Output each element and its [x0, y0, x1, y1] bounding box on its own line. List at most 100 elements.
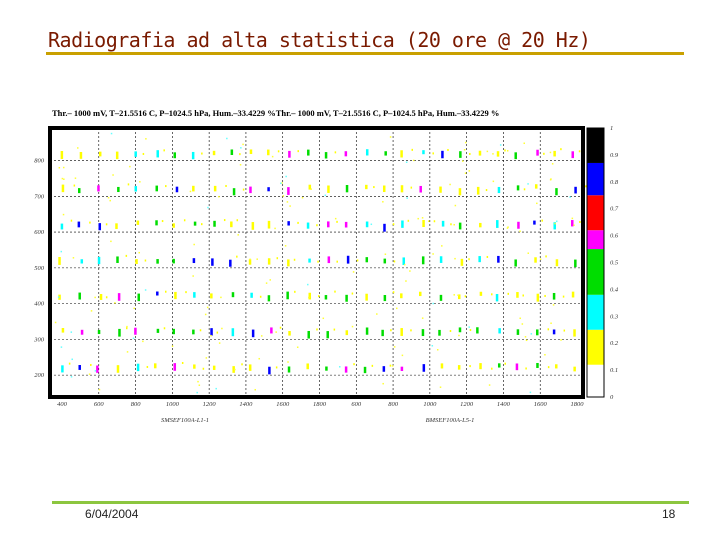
heatmap-cell [365, 184, 368, 190]
heatmap-cell [497, 186, 501, 194]
heatmap-cell [307, 330, 310, 339]
heatmap-cell [555, 188, 558, 196]
heatmap-cell [401, 354, 404, 357]
heatmap-cell [406, 197, 408, 199]
heatmap-cell [523, 142, 525, 145]
heatmap-cell [234, 368, 236, 371]
heatmap-cell [438, 329, 441, 336]
page-number: 18 [662, 507, 676, 521]
heatmap-cell [60, 150, 64, 159]
heatmap-cell [393, 346, 396, 348]
heatmap-cell [199, 329, 202, 332]
heatmap-cell [79, 151, 83, 159]
heatmap-cell [390, 329, 392, 332]
heatmap-cell [114, 302, 116, 304]
heatmap-cell [74, 177, 77, 179]
heatmap-cell [192, 185, 195, 192]
heatmap-cell [555, 364, 558, 369]
y-tick-label: 800 [34, 158, 45, 165]
heatmap-cell [392, 291, 395, 294]
heatmap-cell [210, 293, 213, 299]
heatmap-cell [317, 260, 319, 263]
heatmap-cell [457, 294, 459, 296]
heatmap-cell [499, 144, 502, 146]
heatmap-cell [469, 365, 471, 368]
heatmap-cell [441, 220, 445, 227]
heatmap-cell [573, 224, 575, 226]
heatmap-cell [175, 186, 179, 193]
heatmap-cell [165, 185, 167, 188]
heatmap-cell [201, 223, 203, 226]
heatmap-cell [156, 291, 159, 296]
heatmap-cell [80, 329, 84, 335]
heatmap-cell [307, 149, 310, 156]
heatmap-cell [210, 334, 212, 337]
heatmap-cell [519, 317, 521, 320]
heatmap-cell [308, 296, 310, 299]
heatmap-cell [267, 149, 270, 156]
heatmap-cell [496, 220, 499, 228]
heatmap-cell [541, 219, 543, 222]
heatmap-cell [571, 220, 574, 227]
heatmap-cell [411, 148, 414, 151]
heatmap-cell [58, 166, 61, 169]
colorbar-tick-label: 1 [610, 125, 613, 132]
heatmap-cell [136, 220, 140, 225]
heatmap-cell [287, 361, 289, 363]
heatmap-cell [173, 152, 177, 159]
heatmap-cell [77, 188, 81, 194]
heatmap-cell [288, 150, 291, 158]
heatmap-cell [527, 183, 529, 185]
heatmap-cell [308, 292, 312, 300]
heatmap-cell [183, 219, 186, 222]
heatmap-cell [479, 291, 483, 296]
heatmap-cell [254, 388, 256, 391]
heatmap-cell [460, 258, 464, 266]
heatmap-cell [258, 357, 260, 360]
heatmap-cell [333, 328, 336, 331]
heatmap-cell [339, 366, 341, 368]
heatmap-cell [516, 292, 519, 298]
colorbar-segment [587, 364, 604, 397]
heatmap-cell [198, 384, 201, 386]
heatmap-cell [249, 258, 251, 261]
heatmap-cell [77, 147, 79, 149]
heatmap-cell [463, 149, 466, 151]
heatmap-cell [110, 132, 113, 135]
colorbar-tick-label: 0.7 [610, 206, 619, 213]
heatmap-cell [117, 293, 121, 301]
heatmap-cell [428, 220, 430, 222]
heatmap-cell [189, 190, 192, 193]
colorbar-tick-label: 0.1 [610, 367, 618, 374]
heatmap-cell [201, 152, 203, 155]
heatmap-cell [142, 340, 144, 343]
heatmap-cell [116, 365, 120, 373]
heatmap-cell [135, 259, 138, 265]
heatmap-cell [156, 259, 159, 264]
heatmap-cell [552, 329, 556, 335]
heatmap-cell [352, 271, 355, 273]
heatmap-cell [297, 221, 299, 224]
heatmap-cell [344, 221, 348, 228]
heatmap-cell [536, 363, 539, 368]
heatmap-cell [181, 361, 184, 364]
heatmap-cell [156, 150, 159, 158]
heatmap-cell [248, 364, 252, 371]
heatmap-cell [284, 245, 287, 247]
heatmap-cell [334, 217, 337, 220]
heatmap-cell [242, 188, 245, 191]
x-tick-label: 1000 [166, 401, 180, 408]
colorbar-tick-label: 0.6 [610, 233, 619, 240]
heatmap-cell [70, 376, 73, 378]
heatmap-cell [193, 292, 196, 298]
heatmap-cell [172, 258, 175, 264]
heatmap-cell [286, 291, 289, 300]
heatmap-cell [334, 151, 337, 154]
heatmap-cell [197, 380, 199, 383]
heatmap-cell [410, 329, 412, 332]
heatmap-cell [478, 256, 481, 263]
heatmap-cell [288, 330, 291, 336]
heatmap-cell [495, 294, 499, 302]
heatmap-cell [524, 336, 527, 338]
heatmap-cell [497, 255, 500, 263]
